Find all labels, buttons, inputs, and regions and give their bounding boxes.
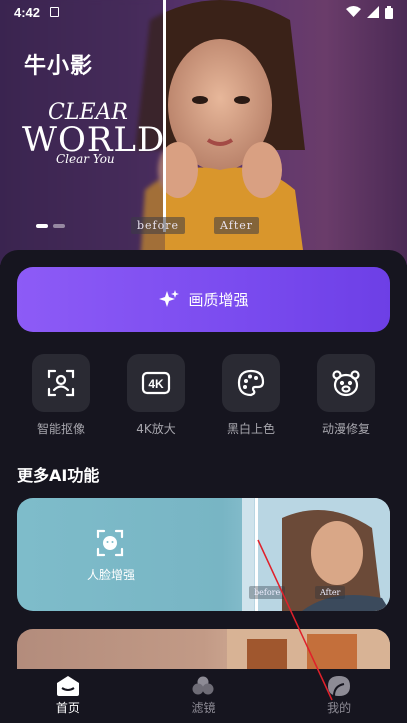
- tool-label: 黑白上色: [226, 422, 275, 436]
- tool-smart-cutout[interactable]: 智能抠像: [21, 354, 101, 437]
- tool-label: 动漫修复: [321, 422, 370, 436]
- app-brand: 牛小影: [24, 54, 94, 79]
- portrait-cutout-icon: [47, 369, 75, 397]
- sparkle-icon: [159, 289, 180, 307]
- hero-banner[interactable]: 牛小影 CLEAR WORLD Clear You before After: [0, 0, 407, 265]
- tool-anime-restore[interactable]: 动漫修复: [306, 354, 386, 437]
- slogan-clear-you: Clear You: [56, 152, 115, 166]
- profile-icon: [328, 676, 351, 696]
- after-label: After: [315, 586, 346, 599]
- carousel-dot: [53, 224, 65, 228]
- status-bar: 4:42: [0, 0, 407, 24]
- before-label: before: [249, 586, 286, 599]
- carousel-dot: [36, 224, 48, 228]
- bear-face-icon: [332, 370, 360, 397]
- 4k-icon: 4K: [141, 371, 171, 395]
- face-enhance-icon: [96, 529, 124, 557]
- tool-tile: [32, 354, 90, 412]
- after-label: After: [214, 217, 260, 234]
- bottom-navigation: 首页 滤镜 我的: [0, 669, 407, 723]
- more-ai-section-title: 更多AI功能: [17, 466, 100, 485]
- tool-tile: [222, 354, 280, 412]
- filter-icon: [192, 676, 214, 695]
- palette-icon: [237, 369, 265, 397]
- carousel-indicator: [36, 224, 65, 228]
- nav-profile[interactable]: 我的: [299, 676, 379, 716]
- tool-tile: [317, 354, 375, 412]
- svg-text:4K: 4K: [148, 377, 164, 391]
- face-enhance-card[interactable]: 人脸增强 before After: [17, 498, 390, 611]
- tool-tile: 4K: [127, 354, 185, 412]
- signal-icon: [367, 6, 379, 18]
- wifi-icon: [346, 6, 361, 17]
- status-time: 4:42: [14, 4, 41, 20]
- tool-4k-upscale[interactable]: 4K 4K放大: [116, 354, 196, 437]
- nav-label: 我的: [327, 701, 352, 715]
- image-enhance-button[interactable]: 画质增强: [17, 267, 390, 332]
- notification-icon: [50, 7, 60, 17]
- face-enhance-label: 人脸增强: [87, 568, 136, 582]
- nav-label: 滤镜: [191, 701, 216, 715]
- nav-home[interactable]: 首页: [28, 676, 108, 716]
- nav-label: 首页: [55, 701, 80, 715]
- nav-filter[interactable]: 滤镜: [163, 676, 243, 716]
- tool-colorize[interactable]: 黑白上色: [211, 354, 291, 437]
- battery-icon: [385, 5, 393, 19]
- tool-grid: 智能抠像 4K 4K放大 黑白上色 动漫修复: [17, 354, 390, 437]
- compare-divider[interactable]: [163, 0, 166, 232]
- tool-label: 4K放大: [136, 422, 176, 436]
- image-enhance-label: 画质增强: [188, 291, 249, 309]
- home-icon: [56, 676, 79, 696]
- tool-label: 智能抠像: [36, 422, 85, 436]
- before-label: before: [131, 217, 186, 234]
